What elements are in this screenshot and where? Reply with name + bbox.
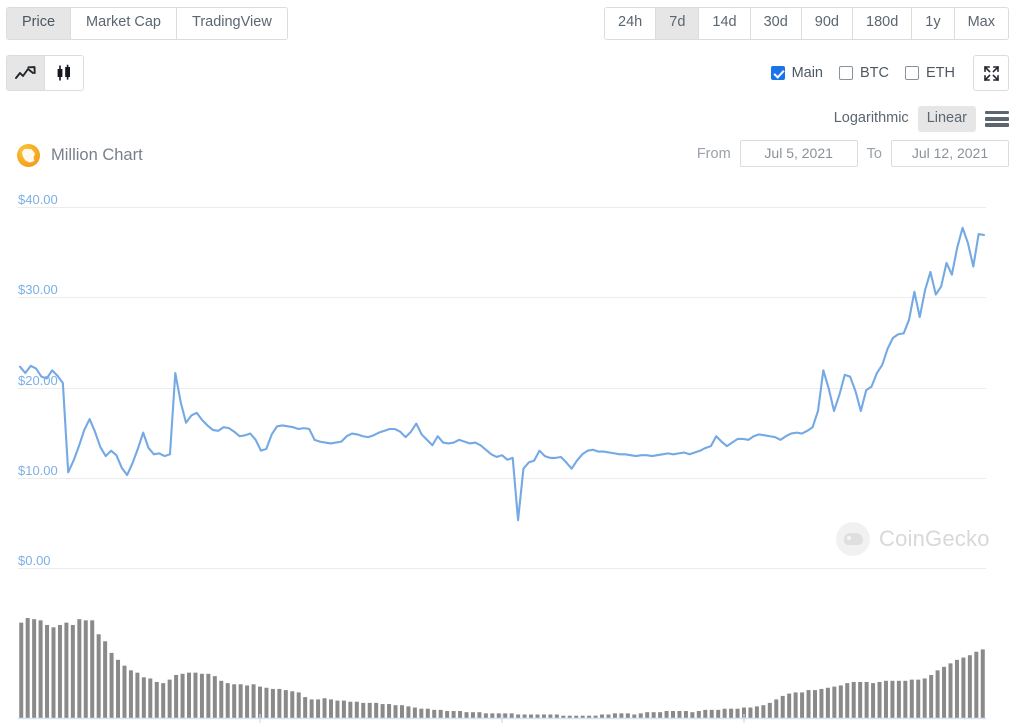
checkbox-eth-label: ETH (926, 65, 955, 81)
range-max[interactable]: Max (954, 8, 1008, 39)
scale-logarithmic[interactable]: Logarithmic (825, 106, 918, 132)
line-chart-icon[interactable] (7, 56, 45, 90)
volume-bar-series (18, 618, 986, 723)
range-7d[interactable]: 7d (656, 8, 700, 39)
checkbox-main[interactable]: Main (770, 65, 823, 81)
chart-view-tabs: Price Market Cap TradingView (6, 7, 288, 40)
price-line-series (18, 226, 986, 522)
hamburger-menu-icon[interactable] (985, 110, 1009, 127)
range-1y[interactable]: 1y (912, 8, 955, 39)
chart-type-toggle (6, 55, 84, 91)
price-chart-plot[interactable]: $0.00 $10.00 $20.00 $30.00 $40.00 (0, 185, 1019, 580)
million-coin-logo-icon (17, 144, 40, 167)
page-title: Million Chart (51, 146, 143, 164)
series-toggle-row: Main BTC ETH (770, 55, 1009, 91)
range-90d[interactable]: 90d (801, 8, 853, 39)
coingecko-watermark-label: CoinGecko (879, 526, 990, 551)
candlestick-chart-icon[interactable] (45, 56, 83, 90)
range-30d[interactable]: 30d (750, 8, 802, 39)
coingecko-price-chart-widget: Price Market Cap TradingView 24h 7d 14d … (0, 0, 1019, 728)
scale-linear[interactable]: Linear (917, 106, 976, 132)
volume-chart-plot[interactable] (0, 600, 1019, 728)
tab-market-cap[interactable]: Market Cap (71, 8, 177, 39)
date-to-input[interactable]: Jul 12, 2021 (891, 140, 1009, 167)
checkbox-main-label: Main (791, 65, 823, 81)
coingecko-watermark: CoinGecko (836, 522, 990, 556)
expand-fullscreen-icon[interactable] (973, 55, 1009, 91)
range-14d[interactable]: 14d (699, 8, 751, 39)
tab-price[interactable]: Price (7, 8, 72, 39)
tab-tradingview[interactable]: TradingView (177, 8, 287, 39)
checkbox-eth-box[interactable] (905, 66, 919, 80)
coingecko-gecko-icon (836, 522, 870, 556)
date-to-label: To (866, 145, 882, 162)
checkbox-main-box[interactable] (770, 66, 785, 80)
date-from-input[interactable]: Jul 5, 2021 (739, 140, 858, 167)
scale-selector-row: Logarithmic Linear (825, 106, 1009, 132)
checkbox-eth[interactable]: ETH (905, 65, 955, 81)
range-24h[interactable]: 24h (605, 8, 657, 39)
checkbox-btc[interactable]: BTC (839, 65, 889, 81)
date-range-row: From Jul 5, 2021 To Jul 12, 2021 (688, 140, 1009, 167)
date-from-label: From (696, 145, 731, 162)
time-range-selector: 24h 7d 14d 30d 90d 180d 1y Max (604, 7, 1009, 40)
checkbox-btc-box[interactable] (839, 66, 853, 80)
checkbox-btc-label: BTC (860, 65, 889, 81)
range-180d[interactable]: 180d (853, 8, 913, 39)
chart-header: Million Chart (17, 144, 143, 167)
